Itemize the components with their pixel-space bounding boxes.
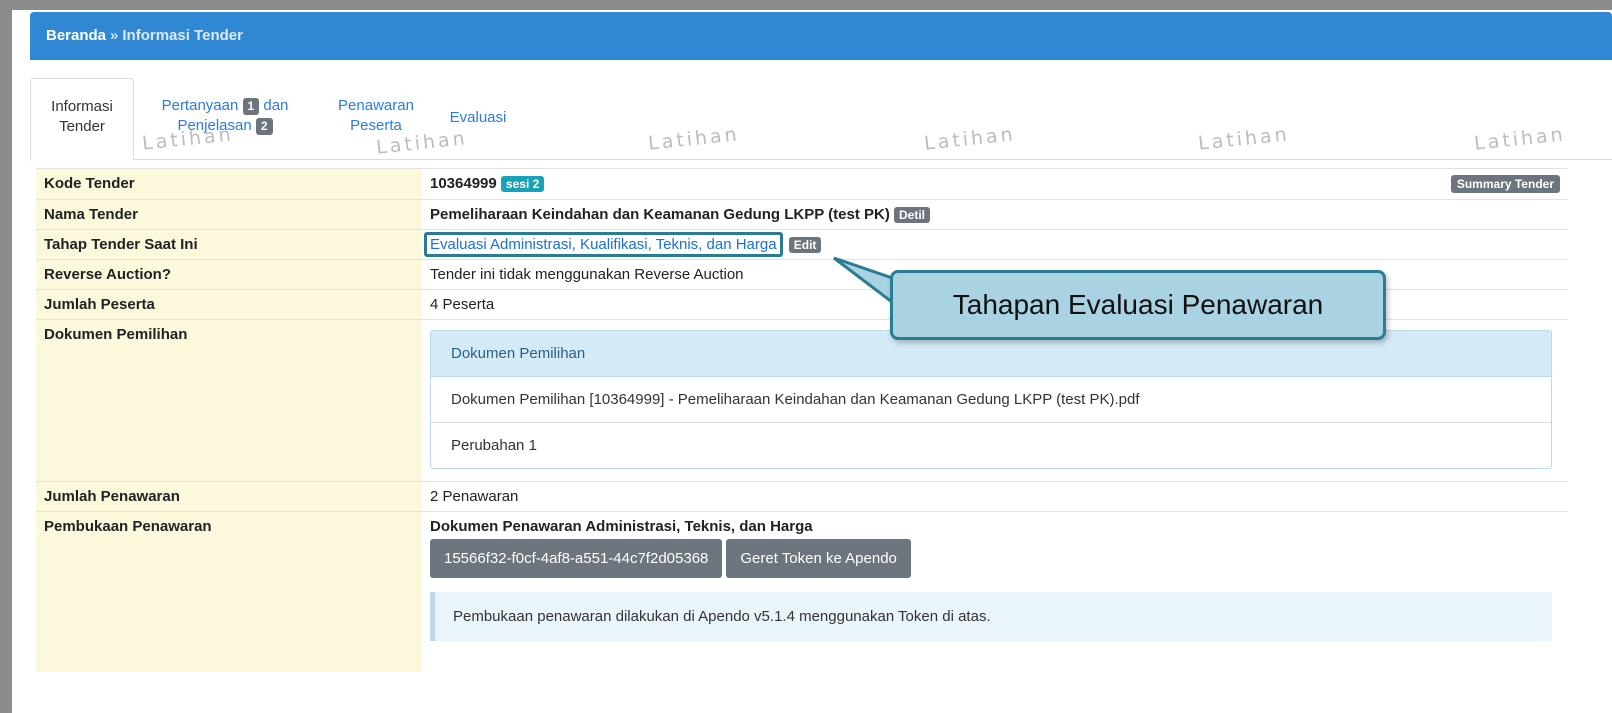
detil-button[interactable]: Detil (894, 207, 931, 223)
tab-label-line1: Pertanyaan (161, 97, 239, 114)
row-label: Jumlah Peserta (36, 289, 422, 320)
table-row: Jumlah Penawaran 2 Penawaran (36, 481, 1568, 512)
tab-label-line1b: dan (263, 97, 289, 114)
page-content: Beranda» Informasi Tender Informasi Tende… (30, 10, 1612, 713)
tender-info-table: Kode Tender 10364999 sesi 2 Summary Tend… (36, 168, 1568, 672)
row-label: Kode Tender (36, 168, 422, 200)
row-value: Dokumen Pemilihan Dokumen Pemilihan [103… (422, 319, 1568, 482)
question-count-badge: 1 (242, 98, 260, 115)
breadcrumb-separator: » (110, 27, 119, 44)
row-label: Jumlah Penawaran (36, 481, 422, 512)
row-label: Tahap Tender Saat Ini (36, 229, 422, 260)
tab-label-line1: Informasi (51, 98, 113, 115)
tab-label-line2: Peserta (350, 117, 402, 134)
token-button[interactable]: 15566f32-f0cf-4af8-a551-44c7f2d05368 (430, 539, 723, 578)
perubahan-link[interactable]: Perubahan 1 (431, 423, 1551, 468)
tab-label: Evaluasi (449, 109, 507, 126)
dokumen-pemilihan-panel: Dokumen Pemilihan Dokumen Pemilihan [103… (430, 330, 1552, 469)
row-value: 2 Penawaran (422, 481, 1568, 512)
tab-label-line2: Tender (59, 118, 105, 135)
tab-label-line2: Penjelasan (177, 117, 252, 134)
tahap-tender-link[interactable]: Evaluasi Administrasi, Kualifikasi, Tekn… (430, 236, 777, 253)
summary-tender-button[interactable]: Summary Tender (1450, 175, 1560, 193)
edit-button[interactable]: Edit (788, 237, 822, 253)
answer-count-badge: 2 (255, 118, 273, 135)
row-value: 10364999 sesi 2 Summary Tender (422, 168, 1568, 200)
geret-token-button[interactable]: Geret Token ke Apendo (726, 539, 911, 578)
dokumen-file-link[interactable]: Dokumen Pemilihan [10364999] - Pemelihar… (431, 377, 1551, 423)
highlight-box: Evaluasi Administrasi, Kualifikasi, Tekn… (424, 232, 783, 257)
row-label: Dokumen Pemilihan (36, 319, 422, 482)
row-value: Evaluasi Administrasi, Kualifikasi, Tekn… (422, 229, 1568, 260)
nama-tender-value: Pemeliharaan Keindahan dan Keamanan Gedu… (430, 206, 890, 223)
tab-bar: Informasi Tender Pertanyaan 1 dan Penjel… (30, 78, 1612, 161)
row-label: Pembukaan Penawaran (36, 511, 422, 672)
table-row: Nama Tender Pemeliharaan Keindahan dan K… (36, 199, 1568, 230)
breadcrumb-home-link[interactable]: Beranda (46, 27, 106, 44)
tab-pertanyaan-penjelasan[interactable]: Pertanyaan 1 dan Penjelasan 2 (140, 78, 310, 160)
row-value: Dokumen Penawaran Administrasi, Teknis, … (422, 511, 1568, 672)
row-value: Pemeliharaan Keindahan dan Keamanan Gedu… (422, 199, 1568, 230)
table-row: Pembukaan Penawaran Dokumen Penawaran Ad… (36, 511, 1568, 672)
pembukaan-title: Dokumen Penawaran Administrasi, Teknis, … (430, 518, 813, 535)
callout-annotation: Tahapan Evaluasi Penawaran (890, 270, 1386, 340)
tab-label-line1: Penawaran (338, 97, 414, 114)
pembukaan-info-alert: Pembukaan penawaran dilakukan di Apendo … (430, 592, 1552, 641)
table-row: Dokumen Pemilihan Dokumen Pemilihan Doku… (36, 319, 1568, 482)
tab-penawaran-peserta[interactable]: Penawaran Peserta (326, 78, 426, 160)
sesi-badge: sesi 2 (500, 176, 545, 192)
kode-tender-value: 10364999 (430, 175, 497, 192)
tab-informasi-tender[interactable]: Informasi Tender (30, 78, 134, 161)
breadcrumb-current: Informasi Tender (122, 27, 243, 44)
breadcrumb: Beranda» Informasi Tender (30, 12, 1612, 60)
table-row: Tahap Tender Saat Ini Evaluasi Administr… (36, 229, 1568, 260)
row-label: Reverse Auction? (36, 259, 422, 290)
row-label: Nama Tender (36, 199, 422, 230)
table-row: Kode Tender 10364999 sesi 2 Summary Tend… (36, 168, 1568, 200)
window-frame: Beranda» Informasi Tender Informasi Tende… (0, 0, 1612, 713)
tab-evaluasi[interactable]: Evaluasi (438, 78, 518, 160)
